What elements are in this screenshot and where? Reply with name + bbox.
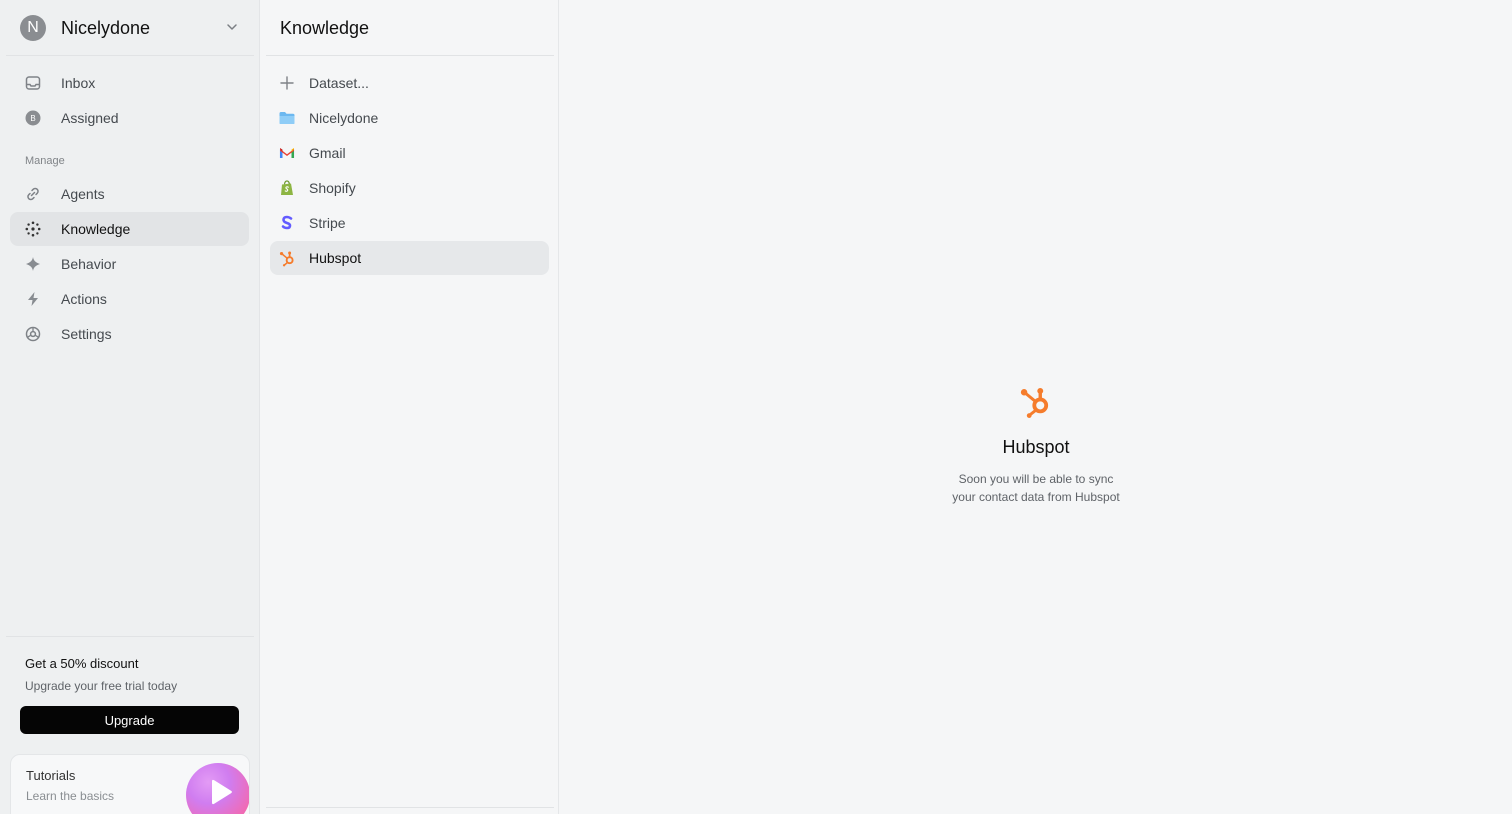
sidebar-item-behavior[interactable]: Behavior (10, 247, 249, 281)
workspace-name: Nicelydone (61, 17, 151, 38)
plus-icon (278, 74, 296, 92)
chevron-down-icon[interactable] (224, 19, 240, 35)
sidebar: N Nicelydone Inbox B Assigned Manage Age… (0, 0, 260, 814)
knowledge-item-shopify[interactable]: Shopify (270, 171, 549, 205)
hubspot-icon (1019, 384, 1053, 425)
inbox-icon (24, 74, 42, 92)
workspace-switcher[interactable]: N Nicelydone (10, 10, 250, 46)
knowledge-item-add-dataset[interactable]: Dataset... (270, 66, 549, 100)
tutorials-subtitle: Learn the basics (26, 789, 115, 803)
knowledge-item-label: Dataset... (309, 75, 369, 91)
empty-state: Hubspot Soon you will be able to sync yo… (560, 384, 1512, 506)
detail-description-line: your contact data from Hubspot (952, 490, 1120, 504)
promo-divider (6, 636, 254, 637)
detail-description: Soon you will be able to sync your conta… (952, 470, 1119, 506)
gmail-icon (278, 144, 296, 162)
knowledge-item-nicelydone[interactable]: Nicelydone (270, 101, 549, 135)
sidebar-item-inbox[interactable]: Inbox (10, 66, 249, 100)
upgrade-button[interactable]: Upgrade (20, 706, 239, 734)
panel-divider (266, 55, 554, 56)
sidebar-item-label: Knowledge (61, 221, 131, 237)
hubspot-icon (278, 249, 296, 267)
knowledge-item-gmail[interactable]: Gmail (270, 136, 549, 170)
panel-title: Knowledge (280, 18, 370, 38)
workspace-avatar: N (20, 15, 46, 41)
link-icon (24, 185, 42, 203)
promo-title: Get a 50% discount (25, 656, 139, 671)
sidebar-item-settings[interactable]: Settings (10, 317, 249, 351)
sidebar-item-label: Assigned (61, 110, 119, 126)
knowledge-item-stripe[interactable]: Stripe (270, 206, 549, 240)
bolt-icon (24, 290, 42, 308)
sidebar-item-label: Agents (61, 186, 105, 202)
knowledge-item-label: Shopify (309, 180, 356, 196)
play-icon[interactable] (186, 763, 249, 814)
main-content: Hubspot Soon you will be able to sync yo… (560, 0, 1512, 814)
assigned-badge-icon: B (24, 109, 42, 127)
sidebar-item-agents[interactable]: Agents (10, 177, 249, 211)
detail-description-line: Soon you will be able to sync (958, 472, 1114, 486)
sidebar-item-label: Behavior (61, 256, 117, 272)
sidebar-item-label: Settings (61, 326, 112, 342)
stripe-icon (278, 214, 296, 232)
knowledge-item-label: Hubspot (309, 250, 362, 266)
shopify-icon (278, 179, 296, 197)
tutorials-card[interactable]: Tutorials Learn the basics (10, 754, 250, 814)
sidebar-item-assigned[interactable]: B Assigned (10, 101, 249, 135)
promo-subtitle: Upgrade your free trial today (25, 679, 178, 693)
dots-circle-icon (24, 220, 42, 238)
sidebar-item-knowledge[interactable]: Knowledge (10, 212, 249, 246)
assigned-badge-letter: B (30, 114, 35, 123)
knowledge-item-label: Stripe (309, 215, 346, 231)
section-label-manage: Manage (25, 155, 65, 167)
sidebar-item-label: Actions (61, 291, 107, 307)
sidebar-item-label: Inbox (61, 75, 96, 91)
panel-bottom-divider (266, 807, 554, 808)
sidebar-divider (6, 55, 254, 56)
settings-icon (24, 325, 42, 343)
sparkle-icon (24, 255, 42, 273)
knowledge-panel: Knowledge Dataset... Nicelydone Gmail Sh… (260, 0, 559, 814)
sidebar-item-actions[interactable]: Actions (10, 282, 249, 316)
knowledge-item-hubspot[interactable]: Hubspot (270, 241, 549, 275)
tutorials-title: Tutorials (26, 768, 76, 783)
knowledge-item-label: Nicelydone (309, 110, 379, 126)
folder-icon (278, 109, 296, 127)
detail-title: Hubspot (1002, 437, 1070, 457)
knowledge-item-label: Gmail (309, 145, 346, 161)
